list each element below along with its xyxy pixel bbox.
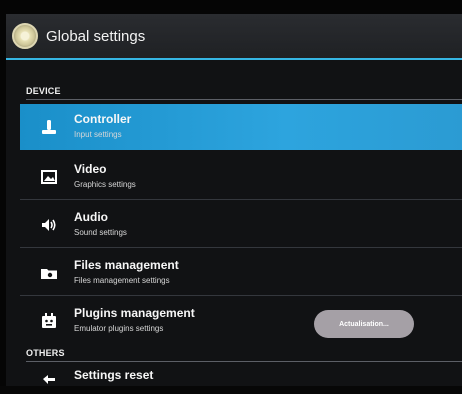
settings-item-description: Emulator plugins settings	[74, 324, 164, 333]
screen-bezel-top	[0, 0, 462, 14]
settings-item-description: Input settings	[74, 130, 122, 139]
refresh-toast: Actualisation...	[314, 310, 414, 338]
section-header-others: OTHERS	[6, 346, 462, 362]
folder-icon	[40, 264, 58, 282]
speaker-icon	[40, 216, 58, 234]
joystick-icon	[40, 118, 58, 136]
settings-item-label: Settings reset	[74, 368, 154, 382]
settings-item-description: Files management settings	[74, 276, 170, 285]
title-bar: Global settings	[6, 14, 462, 58]
settings-item-plugins-management[interactable]: Plugins management Emulator plugins sett…	[20, 298, 462, 344]
settings-item-label: Plugins management	[74, 306, 195, 320]
emulator-logo-icon[interactable]	[12, 23, 38, 49]
screen-bezel-bottom	[0, 386, 462, 394]
settings-item-label: Controller	[74, 112, 132, 126]
plugin-icon	[40, 312, 58, 330]
settings-item-audio[interactable]: Audio Sound settings	[20, 202, 462, 248]
settings-item-files-management[interactable]: Files management Files management settin…	[20, 250, 462, 296]
divider	[26, 361, 462, 362]
section-header-label: OTHERS	[26, 348, 65, 358]
settings-item-video[interactable]: Video Graphics settings	[20, 154, 462, 200]
settings-item-label: Audio	[74, 210, 108, 224]
settings-item-label: Video	[74, 162, 107, 176]
settings-item-label: Files management	[74, 258, 179, 272]
settings-item-description: Graphics settings	[74, 180, 136, 189]
settings-item-reset[interactable]: Settings reset	[20, 364, 462, 386]
section-header-label: DEVICE	[26, 86, 61, 96]
image-icon	[40, 168, 58, 186]
settings-item-description: Sound settings	[74, 228, 127, 237]
divider	[26, 99, 462, 100]
page-title: Global settings	[46, 27, 146, 45]
settings-app: Global settings DEVICE Controller Input …	[6, 14, 462, 386]
title-bar-accent-line	[6, 58, 462, 60]
settings-item-controller[interactable]: Controller Input settings	[20, 104, 462, 150]
section-header-device: DEVICE	[6, 84, 462, 100]
